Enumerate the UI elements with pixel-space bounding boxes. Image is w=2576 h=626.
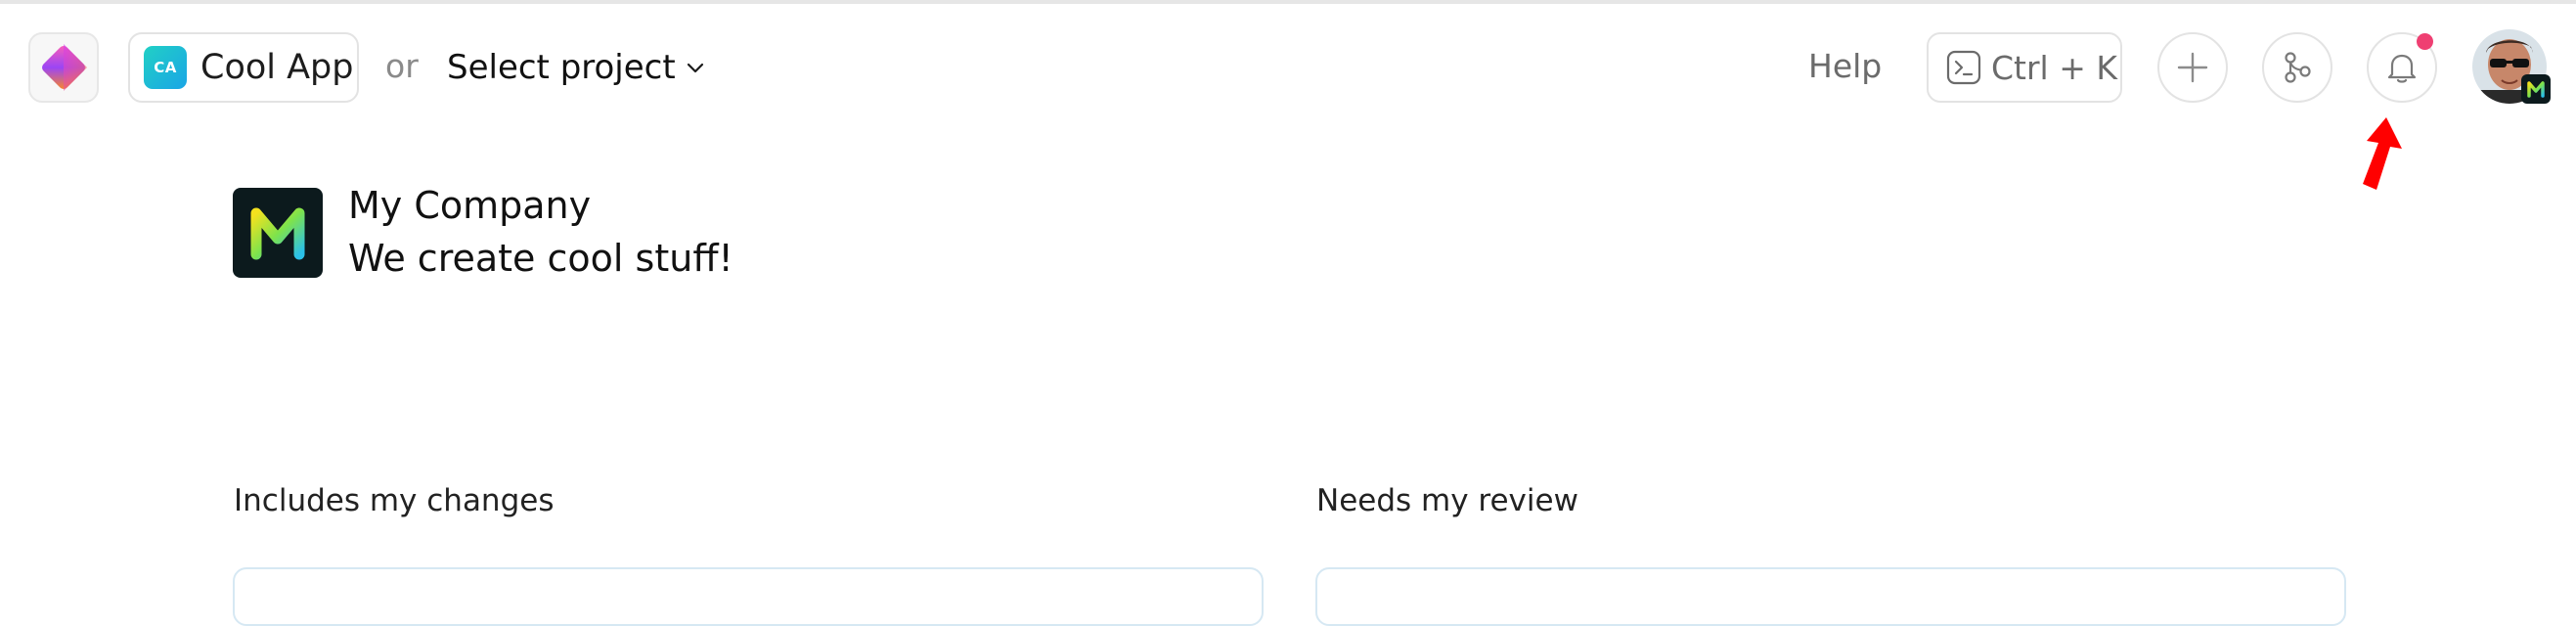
app-name-label: Cool App	[200, 48, 354, 87]
annotation-arrow-icon	[2363, 117, 2402, 190]
command-shortcut-label: Ctrl + K	[1991, 48, 2117, 87]
app-logo-icon	[42, 44, 87, 91]
select-project-label: Select project	[447, 48, 676, 87]
company-m-icon	[2527, 81, 2545, 98]
add-button[interactable]	[2157, 32, 2228, 103]
company-logo	[233, 188, 323, 278]
bell-icon	[2387, 54, 2417, 83]
company-tagline: We create cool stuff!	[348, 237, 733, 280]
top-header: CA Cool App or Select project Help Ctrl …	[0, 4, 2576, 131]
section-title-includes-my-changes: Includes my changes	[234, 483, 555, 518]
app-logo-button[interactable]	[28, 32, 99, 103]
company-m-logo-icon	[250, 207, 305, 260]
notification-unread-dot	[2417, 33, 2433, 50]
command-palette-button[interactable]: Ctrl + K	[1927, 32, 2122, 103]
help-link[interactable]: Help	[1808, 47, 1882, 85]
company-name: My Company	[348, 184, 592, 227]
plus-icon	[2177, 52, 2208, 83]
git-merge-icon	[2285, 52, 2311, 83]
avatar-company-badge	[2521, 74, 2551, 104]
app-badge: CA	[144, 46, 187, 89]
terminal-icon	[1946, 50, 1981, 85]
section-title-needs-my-review: Needs my review	[1316, 483, 1578, 518]
select-project-dropdown[interactable]: Select project	[447, 43, 707, 92]
app-switcher-button[interactable]: CA Cool App	[128, 32, 359, 103]
includes-my-changes-card	[233, 567, 1264, 626]
or-separator: or	[385, 47, 419, 85]
merge-requests-button[interactable]	[2262, 32, 2332, 103]
chevron-down-icon	[687, 63, 703, 73]
needs-my-review-card	[1315, 567, 2346, 626]
